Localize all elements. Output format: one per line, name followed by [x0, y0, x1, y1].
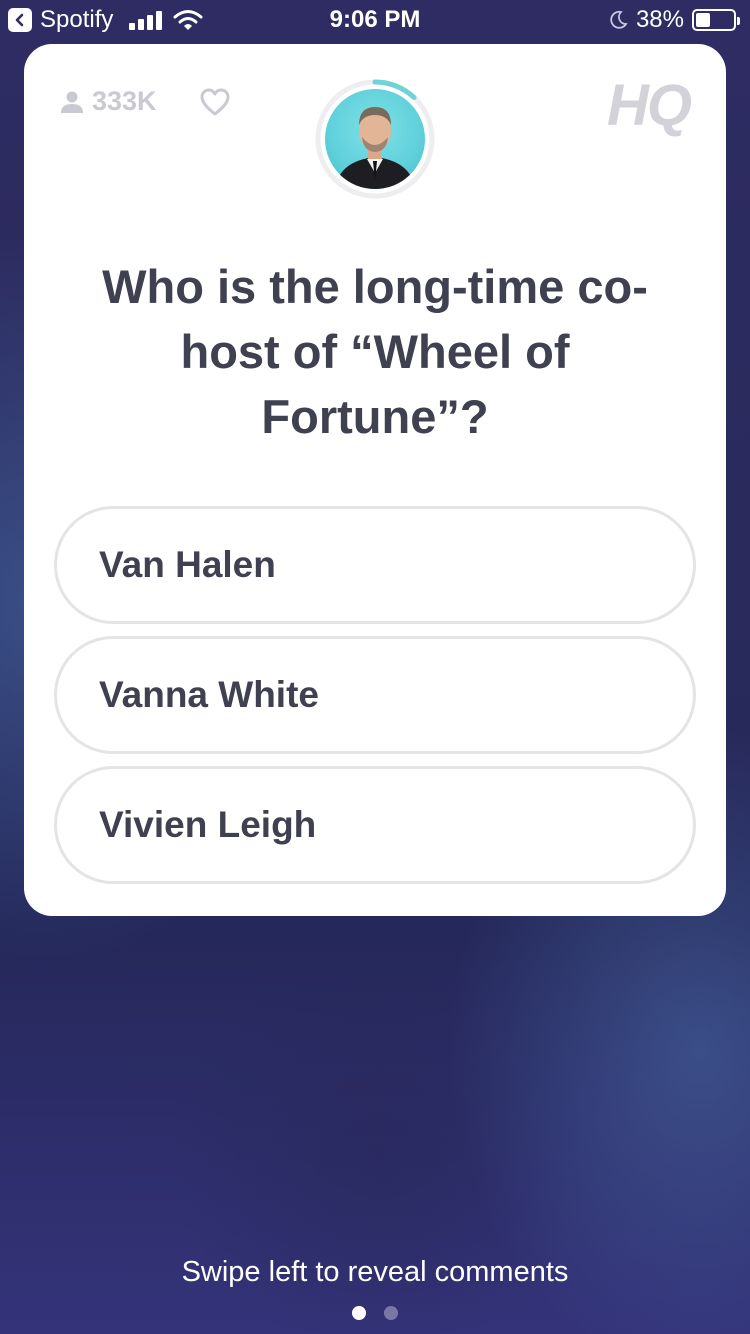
status-bar: Spotify 9:06 PM 38%	[0, 0, 750, 40]
host-figure	[335, 107, 415, 189]
answer-option-2[interactable]: Vanna White	[54, 636, 696, 754]
question-card: 333K HQ Who is the long-time co-host of …	[24, 44, 726, 916]
page-dot-2[interactable]	[384, 1306, 398, 1320]
battery-percent: 38%	[635, 6, 684, 33]
battery-fill	[696, 13, 710, 27]
status-right: 38%	[608, 6, 740, 34]
host-avatar	[315, 79, 435, 199]
page-indicator[interactable]	[0, 1306, 750, 1320]
page-dot-1[interactable]	[352, 1306, 366, 1320]
heart-icon[interactable]	[200, 88, 230, 116]
host-photo	[325, 89, 425, 189]
question-text: Who is the long-time co-host of “Wheel o…	[102, 260, 648, 443]
battery-tip	[737, 17, 740, 25]
person-icon	[61, 91, 83, 113]
viewer-count-label: 333K	[92, 86, 157, 116]
answer-option-1[interactable]: Van Halen	[54, 506, 696, 624]
moon-icon	[610, 10, 628, 29]
swipe-hint: Swipe left to reveal comments	[181, 1256, 569, 1288]
battery-icon	[692, 9, 740, 31]
hq-logo: HQ	[607, 73, 692, 138]
viewer-count: 333K	[60, 86, 157, 117]
answer-list: Van Halen Vanna White Vivien Leigh	[54, 506, 696, 896]
answer-option-3[interactable]: Vivien Leigh	[54, 766, 696, 884]
